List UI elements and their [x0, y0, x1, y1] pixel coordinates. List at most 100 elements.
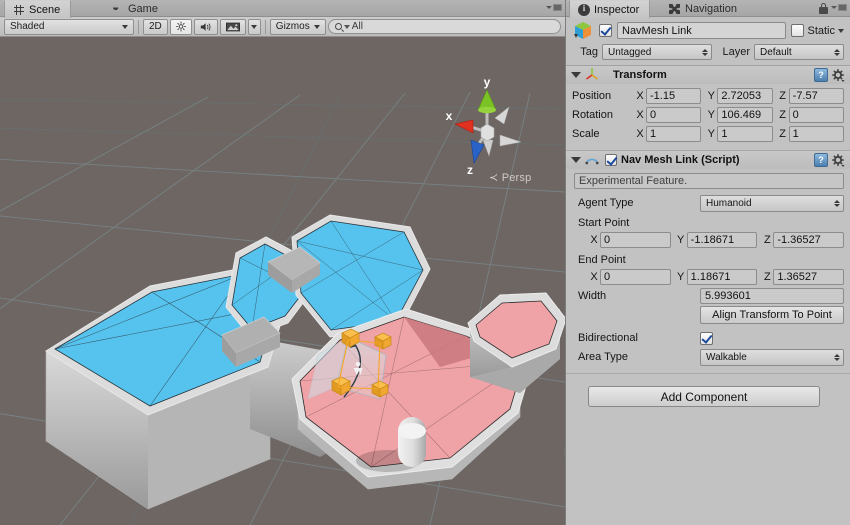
position-x-value: -1.15 — [650, 90, 675, 102]
axis-y-label: Y — [705, 109, 717, 121]
transform-body: Position X -1.15 Y 2.72053 Z -7.57 Rotat… — [566, 84, 850, 150]
rotation-x-field[interactable]: 0 — [646, 107, 701, 123]
scene-viewport[interactable]: y x z ≺ — [0, 37, 565, 525]
tab-inspector[interactable]: Inspector — [569, 0, 650, 18]
navmesh-link-header[interactable]: Nav Mesh Link (Script) ? — [566, 151, 850, 169]
width-label: Width — [572, 290, 700, 302]
transform-title: Transform — [613, 69, 667, 81]
width-value: 5.993601 — [705, 290, 751, 302]
tab-navigation-label: Navigation — [685, 3, 737, 15]
layer-dropdown[interactable]: Default — [754, 44, 844, 60]
scale-label: Scale — [572, 128, 634, 140]
chevron-down-icon — [314, 25, 320, 29]
scale-x-field[interactable]: 1 — [646, 126, 701, 142]
projection-arrow-icon: ≺ — [489, 172, 498, 184]
gear-icon[interactable] — [832, 154, 845, 167]
draw-mode-label: Shaded — [10, 21, 44, 32]
projection-label-text: Persp — [502, 172, 532, 184]
axis-y-label: Y — [675, 234, 687, 246]
end-point-y-value: 1.18671 — [691, 271, 731, 283]
projection-mode-label[interactable]: ≺ Persp — [489, 171, 531, 184]
tab-game[interactable]: Game — [104, 0, 168, 18]
agent-type-dropdown[interactable]: Humanoid — [700, 195, 844, 212]
end-point-y-field[interactable]: 1.18671 — [687, 269, 758, 285]
tab-scene-label: Scene — [29, 4, 60, 16]
axis-z-label: Z — [761, 271, 773, 283]
position-label: Position — [572, 90, 634, 102]
start-point-z-field[interactable]: -1.36527 — [773, 232, 844, 248]
fx-dropdown-button[interactable] — [248, 19, 261, 35]
position-x-field[interactable]: -1.15 — [646, 88, 701, 104]
inspector-panel-menu[interactable] — [831, 2, 847, 13]
align-transform-to-point-button[interactable]: Align Transform To Point — [700, 306, 844, 324]
end-point-x-value: 0 — [604, 271, 610, 283]
gear-icon[interactable] — [832, 69, 845, 82]
tag-dropdown[interactable]: Untagged — [602, 44, 712, 60]
axis-y-label: Y — [705, 128, 717, 140]
gizmos-dropdown[interactable]: Gizmos — [270, 19, 326, 35]
hint-text: Experimental Feature. — [579, 175, 687, 187]
help-icon[interactable]: ? — [814, 68, 828, 82]
transform-position-row: Position X -1.15 Y 2.72053 Z -7.57 — [572, 87, 844, 105]
gameobject-icon — [572, 20, 594, 42]
help-icon[interactable]: ? — [814, 153, 828, 167]
end-point-x-field[interactable]: 0 — [600, 269, 671, 285]
chevron-down-icon — [344, 25, 350, 29]
position-z-field[interactable]: -7.57 — [789, 88, 844, 104]
navmesh-link-enabled-checkbox[interactable] — [605, 154, 617, 166]
area-type-dropdown[interactable]: Walkable — [700, 349, 844, 366]
start-point-z-value: -1.36527 — [777, 234, 820, 246]
scale-y-field[interactable]: 1 — [717, 126, 772, 142]
object-name-field[interactable]: NavMesh Link — [617, 22, 786, 39]
toggle-audio-button[interactable] — [194, 19, 218, 35]
tag-value: Untagged — [608, 47, 651, 58]
bidirectional-row: Bidirectional — [572, 329, 844, 347]
lock-icon[interactable] — [819, 3, 828, 14]
foldout-icon[interactable] — [571, 157, 581, 163]
start-point-y-field[interactable]: -1.18671 — [687, 232, 758, 248]
scene-panel: Scene Game Shaded 2D — [0, 0, 565, 525]
static-dropdown-icon[interactable] — [838, 29, 844, 33]
chevron-down-icon — [546, 6, 552, 9]
scene-toolbar: Shaded 2D — [0, 17, 565, 37]
component-transform: Transform ? — [566, 66, 850, 151]
axis-z-label: Z — [777, 128, 789, 140]
scale-x-value: 1 — [650, 128, 656, 140]
tab-scene[interactable]: Scene — [4, 0, 71, 18]
width-field[interactable]: 5.993601 — [700, 288, 844, 304]
tab-navigation[interactable]: Navigation — [661, 0, 747, 18]
axis-x-label: X — [588, 234, 600, 246]
toggle-lighting-button[interactable] — [170, 19, 192, 35]
draw-mode-dropdown[interactable]: Shaded — [4, 19, 134, 35]
start-point-x-field[interactable]: 0 — [600, 232, 671, 248]
scene-panel-menu[interactable] — [546, 2, 562, 13]
rotation-z-field[interactable]: 0 — [789, 107, 844, 123]
rotation-y-field[interactable]: 106.469 — [717, 107, 772, 123]
search-input[interactable]: All — [328, 19, 561, 34]
toggle-fx-button[interactable] — [220, 19, 246, 35]
navmesh-link-body: Experimental Feature. Agent Type Humanoi… — [566, 169, 850, 373]
bidirectional-checkbox[interactable] — [700, 332, 713, 345]
foldout-icon[interactable] — [571, 72, 581, 78]
object-enabled-checkbox[interactable] — [599, 24, 612, 37]
start-point-label: Start Point — [578, 217, 844, 229]
end-point-z-field[interactable]: 1.36527 — [773, 269, 844, 285]
add-component-button[interactable]: Add Component — [588, 386, 820, 407]
toggle-2d-button[interactable]: 2D — [143, 19, 168, 35]
transform-header[interactable]: Transform ? — [566, 66, 850, 84]
panel-menu-icon — [838, 4, 847, 11]
rotation-y-value: 106.469 — [721, 109, 761, 121]
image-icon — [226, 21, 240, 33]
transform-rotation-row: Rotation X 0 Y 106.469 Z 0 — [572, 106, 844, 124]
game-icon — [112, 3, 124, 15]
static-checkbox[interactable] — [791, 24, 804, 37]
speaker-icon — [200, 21, 212, 33]
inspector-tabbar: Inspector Navigation — [566, 0, 850, 17]
axis-label-z: z — [467, 163, 473, 177]
position-z-value: -7.57 — [793, 90, 818, 102]
scale-z-field[interactable]: 1 — [789, 126, 844, 142]
axis-x-label: X — [634, 90, 646, 102]
position-y-field[interactable]: 2.72053 — [717, 88, 772, 104]
start-point-y-value: -1.18671 — [691, 234, 734, 246]
axis-label-x: x — [446, 109, 453, 123]
